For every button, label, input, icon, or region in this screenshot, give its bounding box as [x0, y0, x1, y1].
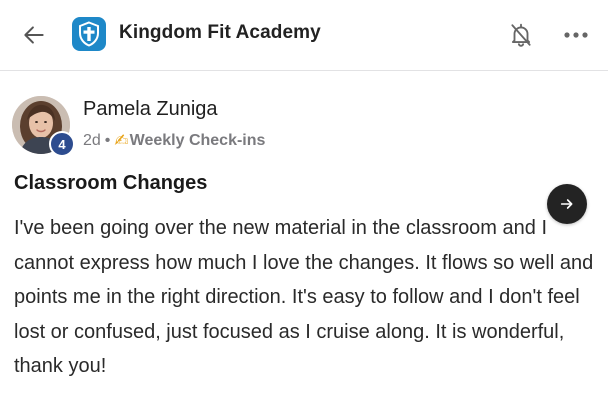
- back-button[interactable]: [18, 19, 50, 51]
- writing-hand-icon: ✍: [114, 131, 129, 150]
- author-name[interactable]: Pamela Zuniga: [83, 98, 218, 121]
- notifications-toggle-button[interactable]: [504, 18, 538, 52]
- app-logo[interactable]: [72, 17, 106, 51]
- post-time: 2d: [83, 132, 101, 149]
- post-title: Classroom Changes: [14, 172, 208, 194]
- app-header: Kingdom Fit Academy: [0, 0, 608, 71]
- page-title: Kingdom Fit Academy: [119, 22, 321, 43]
- more-options-button[interactable]: [558, 18, 594, 52]
- post-body: I've been going over the new material in…: [14, 217, 594, 377]
- post-meta: 2d • ✍ Weekly Check-ins: [83, 131, 265, 151]
- bell-muted-icon: [511, 23, 531, 47]
- cross-shield-logo-icon: [79, 21, 99, 47]
- arrow-left-icon: [24, 26, 44, 44]
- next-post-button[interactable]: [547, 184, 587, 224]
- arrow-right-icon: [560, 199, 573, 209]
- more-horizontal-icon: [564, 32, 588, 38]
- meta-separator: •: [104, 132, 111, 149]
- post-category[interactable]: Weekly Check-ins: [130, 132, 266, 150]
- level-badge: 4: [49, 131, 75, 157]
